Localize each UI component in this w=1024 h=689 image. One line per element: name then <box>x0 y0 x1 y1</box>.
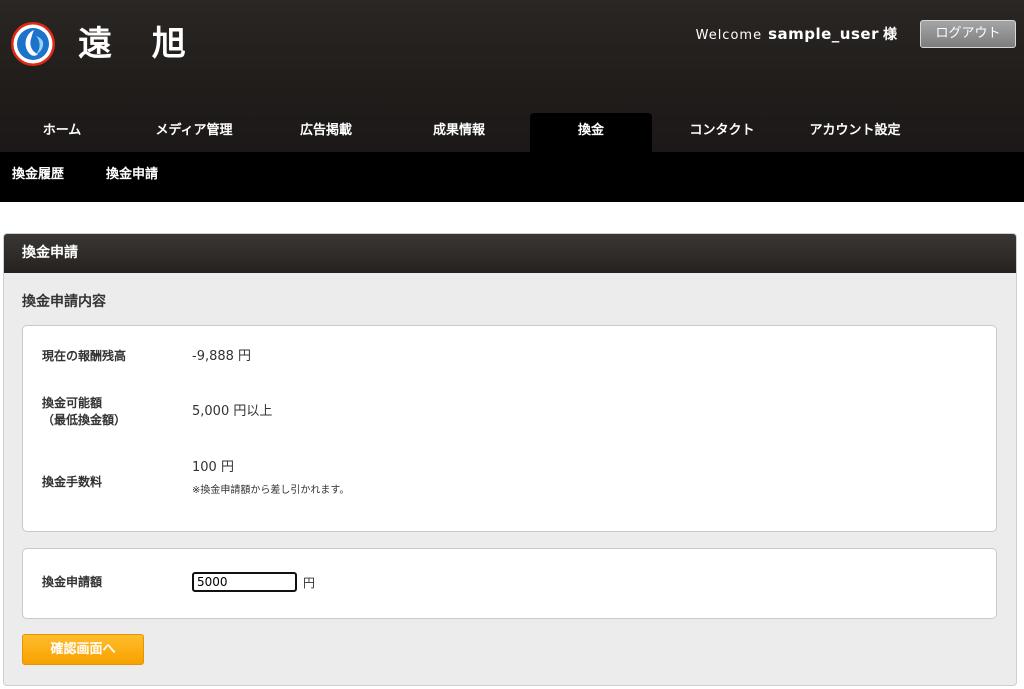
sub-nav: 換金履歴 換金申請 <box>0 152 1024 202</box>
fee-label: 換金手数料 <box>42 475 103 489</box>
fee-value: 100 円 <box>192 460 234 475</box>
tab-media[interactable]: メディア管理 <box>128 113 260 152</box>
request-amount-input[interactable] <box>192 572 297 592</box>
tab-account-settings[interactable]: アカウント設定 <box>790 113 920 152</box>
request-amount-card: 換金申請額 円 <box>22 548 997 619</box>
tab-home[interactable]: ホーム <box>0 113 124 152</box>
site-header: 遠 旭 Welcome sample_user 様 ログアウト ホーム メディア管理… <box>0 0 1024 152</box>
minimum-label: 換金可能額 （最低換金額） <box>42 395 126 429</box>
request-amount-unit: 円 <box>303 576 316 590</box>
welcome-label: Welcome <box>695 28 763 43</box>
exchange-request-panel: 換金申請 換金申請内容 現在の報酬残高 -9,888 円 換金可能額 （最低換金… <box>3 233 1017 686</box>
subnav-item-history[interactable]: 換金履歴 <box>12 152 64 198</box>
tab-results[interactable]: 成果情報 <box>396 113 522 152</box>
honorific: 様 <box>883 27 897 43</box>
welcome-message: Welcome sample_user 様 <box>696 24 897 46</box>
fee-note: ※換金申請額から差し引かれます。 <box>192 485 350 496</box>
request-amount-label: 換金申請額 <box>42 575 103 589</box>
logo-icon <box>11 22 55 66</box>
subnav-item-request[interactable]: 換金申請 <box>106 152 158 198</box>
confirm-button[interactable]: 確認画面へ <box>22 634 144 665</box>
section-title: 換金申請内容 <box>22 294 106 310</box>
balance-value: -9,888 円 <box>192 349 252 364</box>
minimum-label-line1: 換金可能額 <box>42 396 103 410</box>
tab-ads[interactable]: 広告掲載 <box>264 113 388 152</box>
tab-contact[interactable]: コンタクト <box>660 113 784 152</box>
balance-label: 現在の報酬残高 <box>42 349 127 363</box>
request-details-card: 現在の報酬残高 -9,888 円 換金可能額 （最低換金額） 5,000 円以上… <box>22 325 997 532</box>
brand-title: 遠 旭 <box>78 24 200 64</box>
panel-title: 換金申請 <box>4 234 1016 273</box>
logout-button[interactable]: ログアウト <box>920 20 1016 48</box>
tab-exchange[interactable]: 換金 <box>530 113 652 152</box>
minimum-value: 5,000 円以上 <box>192 404 273 419</box>
username: sample_user <box>768 25 879 43</box>
minimum-label-line2: （最低換金額） <box>42 413 127 427</box>
